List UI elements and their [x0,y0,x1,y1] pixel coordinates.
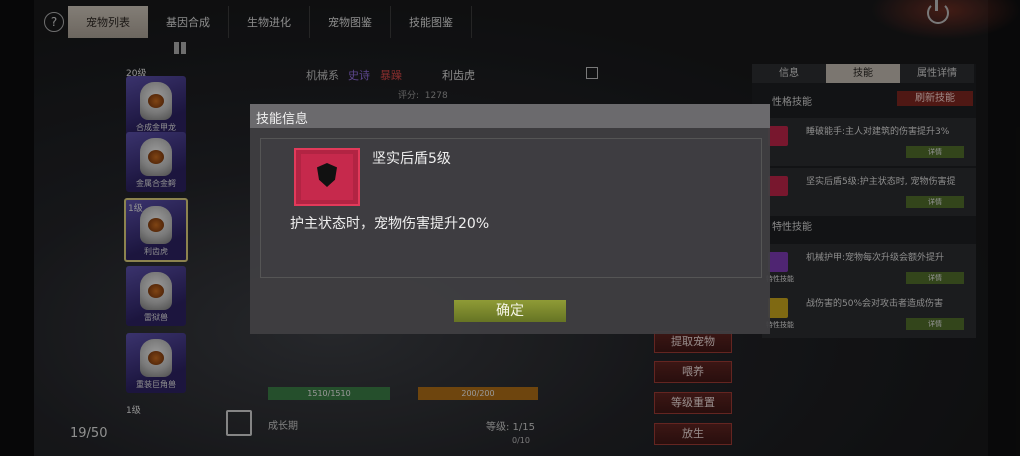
modal-skill-description: 护主状态时，宠物伤害提升20% [290,216,490,232]
skill-icon-inner [301,154,353,200]
modal-title-bar: 技能信息 [250,104,770,128]
shield-icon [317,163,337,187]
modal-title: 技能信息 [256,112,309,127]
skill-shield-icon [294,148,360,206]
modal-skill-name: 坚实后盾5级 [372,151,451,167]
confirm-button[interactable]: 确定 [454,300,566,322]
